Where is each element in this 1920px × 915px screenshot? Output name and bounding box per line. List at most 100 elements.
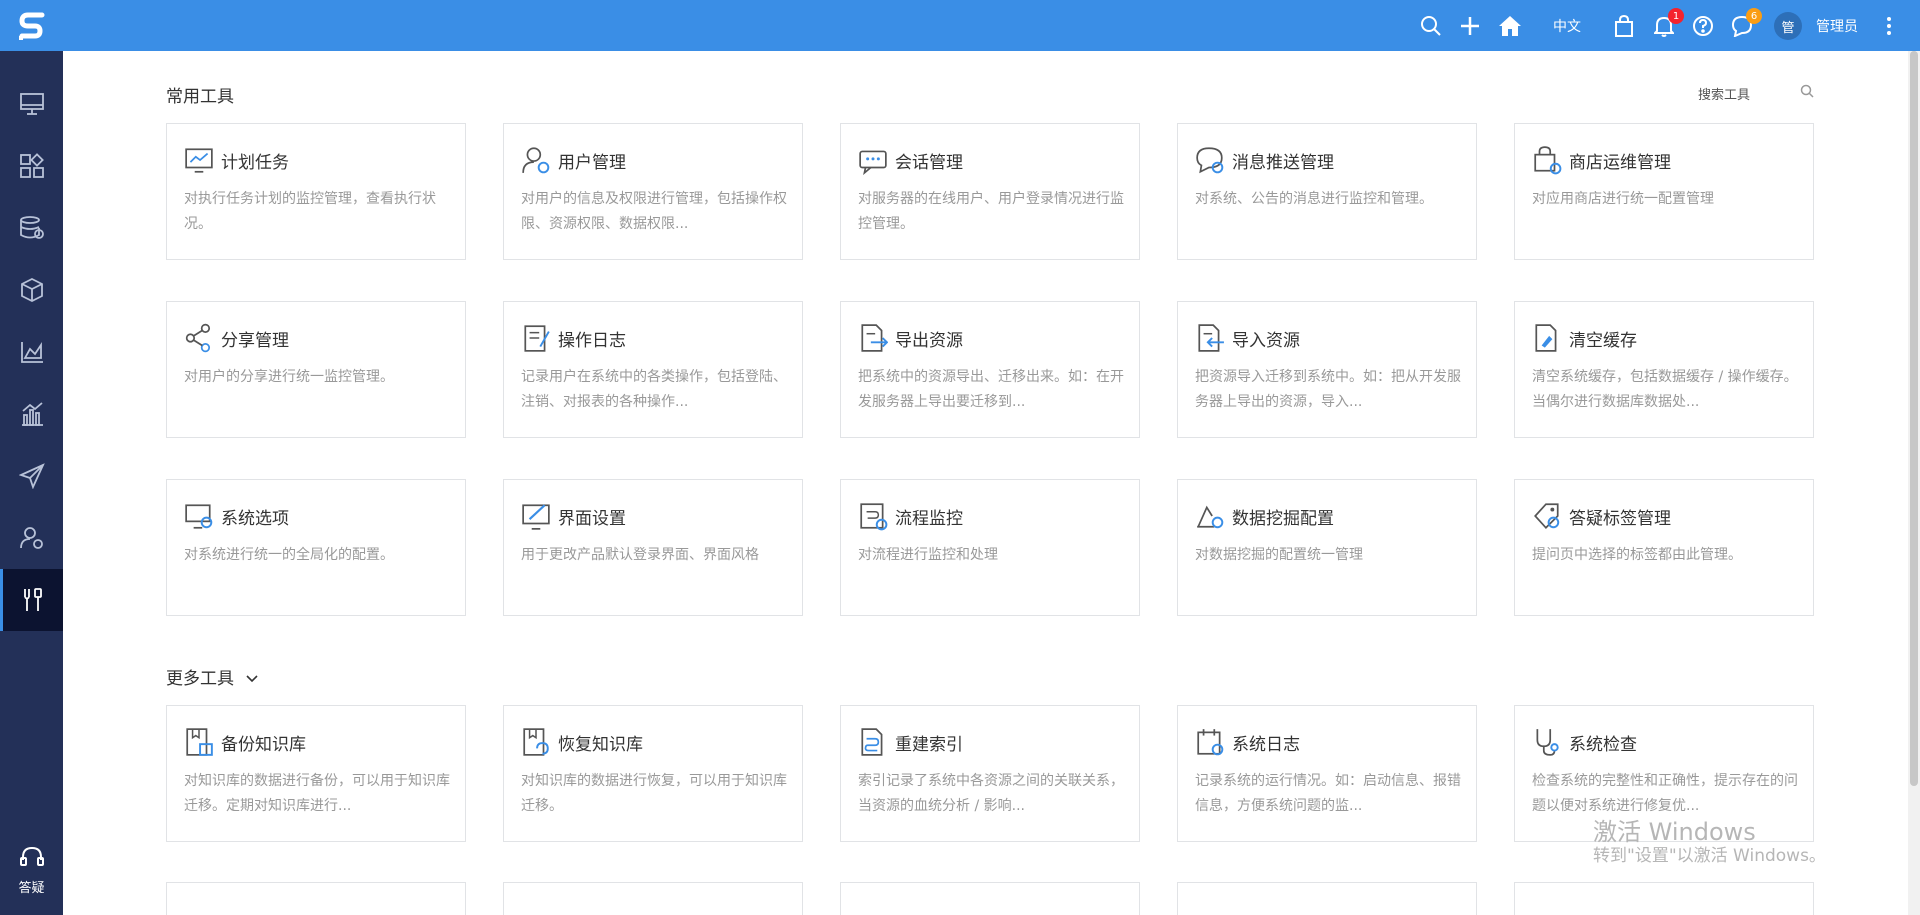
notifications-button[interactable]: 1	[1651, 8, 1684, 39]
messages-button[interactable]: 6	[1729, 8, 1762, 39]
tool-card[interactable]	[1514, 882, 1814, 915]
nav-item-resources[interactable]	[0, 259, 63, 321]
question-icon	[1693, 16, 1713, 36]
tool-card-title: 分享管理	[221, 331, 289, 351]
tool-card-description: 对知识库的数据进行恢复，可以用于知识库迁移。	[521, 773, 787, 814]
home-icon	[1499, 16, 1521, 36]
store-button[interactable]	[1611, 13, 1637, 39]
tool-card[interactable]: 答疑标签管理 提问页中选择的标签都由此管理。	[1514, 479, 1814, 616]
search-button[interactable]	[1418, 13, 1444, 39]
tool-card-description: 记录用户在系统中的各类操作，包括登陆、注销、对报表的各种操作...	[521, 369, 787, 410]
tool-card-description: 对知识库的数据进行备份，可以用于知识库迁移。定期对知识库进行...	[184, 773, 450, 814]
tool-card-title: 计划任务	[221, 153, 289, 173]
tool-card[interactable]: 清空缓存清空系统缓存，包括数据缓存 / 操作缓存。当偶尔进行数据库数据处...	[1514, 301, 1814, 438]
tool-card-description: 对系统、公告的消息进行监控和管理。	[1195, 191, 1433, 207]
tool-card-description: 对流程进行监控和处理	[858, 547, 998, 563]
tool-card-description: 索引记录了系统中各资源之间的关联关系，当资源的血统分析 / 影响...	[858, 773, 1124, 814]
tool-card[interactable]	[503, 882, 803, 915]
tool-card[interactable]: 系统日志记录系统的运行情况。如：启动信息、报错信息，方便系统问题的监...	[1177, 705, 1477, 842]
language-switch[interactable]: 中文	[1553, 16, 1581, 36]
bar-chart-icon	[21, 402, 43, 426]
tool-card-title: 数据挖掘配置	[1232, 509, 1334, 529]
common-tools-title: 常用工具	[166, 87, 234, 107]
database-gear-icon	[19, 216, 44, 239]
data-mining-icon	[1197, 505, 1224, 529]
tool-card[interactable]: 系统选项 对系统进行统一的全局化的配置。	[166, 479, 466, 616]
tool-card-title: 系统选项	[221, 509, 289, 529]
username[interactable]: 管理员	[1816, 16, 1858, 36]
help-button[interactable]	[1690, 13, 1716, 39]
tool-card-description: 把资源导入迁移到系统中。如：把从开发服务器上导出的资源，导入...	[1195, 369, 1461, 410]
tool-card[interactable]: 商店运维管理对应用商店进行统一配置管理	[1514, 123, 1814, 260]
schedule-task-icon	[185, 148, 213, 173]
share-icon	[185, 323, 211, 353]
tool-card[interactable]: 消息推送管理 对系统、公告的消息进行监控和管理。	[1177, 123, 1477, 260]
tool-card[interactable]: 流程监控 对流程进行监控和处理	[840, 479, 1140, 616]
nav-item-dashboard[interactable]	[0, 73, 63, 135]
tool-card-title: 商店运维管理	[1569, 153, 1671, 173]
scrollbar-thumb[interactable]	[1910, 51, 1918, 786]
message-badge: 6	[1746, 8, 1762, 24]
tool-card[interactable]: 界面设置 用于更改产品默认登录界面、界面风格	[503, 479, 803, 616]
tool-card[interactable]: 操作日志记录用户在系统中的各类操作，包括登陆、注销、对报表的各种操作...	[503, 301, 803, 438]
tool-card-description: 对应用商店进行统一配置管理	[1532, 191, 1714, 207]
nav-item-analysis[interactable]	[0, 321, 63, 383]
search-icon	[1421, 16, 1441, 36]
tool-card[interactable]: 备份知识库对知识库的数据进行备份，可以用于知识库迁移。定期对知识库进行...	[166, 705, 466, 842]
search-icon[interactable]	[1800, 84, 1814, 98]
monitor-icon	[19, 93, 44, 115]
tool-card[interactable]: 用户管理 对用户的信息及权限进行管理，包括操作权限、资源权限、数据权限...	[503, 123, 803, 260]
tool-card[interactable]: 导出资源 把系统中的资源导出、迁移出来。如：在开发服务器上导出要迁移到...	[840, 301, 1140, 438]
tools-icon	[24, 588, 42, 611]
nav-item-database[interactable]	[0, 197, 63, 259]
tool-card-description: 把系统中的资源导出、迁移出来。如：在开发服务器上导出要迁移到...	[858, 369, 1124, 410]
tool-card[interactable]: 导入资源 把资源导入迁移到系统中。如：把从开发服务器上导出的资源，导入...	[1177, 301, 1477, 438]
tool-card-title: 系统日志	[1232, 735, 1300, 755]
tool-card-description: 记录系统的运行情况。如：启动信息、报错信息，方便系统问题的监...	[1195, 773, 1461, 814]
avatar[interactable]: 管	[1774, 12, 1802, 40]
backup-kb-icon	[186, 728, 213, 756]
more-tools-title: 更多工具	[166, 669, 234, 689]
tool-card[interactable]	[1177, 882, 1477, 915]
app-logo[interactable]	[0, 0, 63, 51]
tool-card[interactable]: 数据挖掘配置 对数据挖掘的配置统一管理	[1177, 479, 1477, 616]
more-tools-toggle[interactable]: 更多工具	[166, 664, 259, 689]
nav-item-reports[interactable]	[0, 383, 63, 445]
tool-card-title: 重建索引	[895, 735, 963, 755]
cube-icon	[20, 277, 43, 303]
tool-card-description: 对服务器的在线用户、用户登录情况进行监控管理。	[858, 191, 1124, 232]
scrollbar[interactable]	[1908, 51, 1920, 915]
user-management-icon	[522, 147, 550, 174]
tool-card-title: 会话管理	[895, 153, 963, 173]
nav-item-publish[interactable]	[0, 445, 63, 507]
tool-card[interactable]: 会话管理对服务器的在线用户、用户登录情况进行监控管理。	[840, 123, 1140, 260]
tool-card-title: 备份知识库	[221, 735, 306, 755]
tool-card[interactable]: 重建索引索引记录了系统中各资源之间的关联关系，当资源的血统分析 / 影响...	[840, 705, 1140, 842]
restore-kb-icon	[523, 728, 549, 756]
nav-item-tools[interactable]	[0, 569, 63, 631]
tool-card[interactable]	[166, 882, 466, 915]
interface-settings-icon	[522, 504, 550, 530]
user-gear-icon	[19, 527, 43, 549]
search-tools-input[interactable]: 搜索工具	[1698, 84, 1750, 103]
more-vertical-icon	[1887, 17, 1891, 35]
message-push-icon	[1196, 147, 1224, 174]
more-menu-button[interactable]	[1876, 13, 1902, 39]
tool-card-title: 答疑标签管理	[1569, 509, 1671, 529]
nav-item-apps[interactable]	[0, 135, 63, 197]
tool-card[interactable]: 计划任务 对执行任务计划的监控管理，查看执行状况。	[166, 123, 466, 260]
top-bar: 中文 1 6 管理员	[63, 0, 1920, 51]
home-button[interactable]	[1497, 13, 1523, 39]
tool-card[interactable]	[840, 882, 1140, 915]
tool-card-title: 操作日志	[558, 331, 626, 351]
add-button[interactable]	[1457, 13, 1483, 39]
tool-card-title: 清空缓存	[1569, 331, 1637, 351]
tool-card-description: 清空系统缓存，包括数据缓存 / 操作缓存。当偶尔进行数据库数据处...	[1532, 369, 1798, 410]
tool-card-title: 用户管理	[558, 153, 626, 173]
tool-card[interactable]: 分享管理 对用户的分享进行统一监控管理。	[166, 301, 466, 438]
tool-card[interactable]: 恢复知识库 对知识库的数据进行恢复，可以用于知识库迁移。	[503, 705, 803, 842]
headset-icon	[19, 846, 44, 866]
nav-item-user-settings[interactable]	[0, 507, 63, 569]
help-nav[interactable]: 答疑	[0, 835, 63, 905]
system-options-icon	[185, 504, 213, 529]
